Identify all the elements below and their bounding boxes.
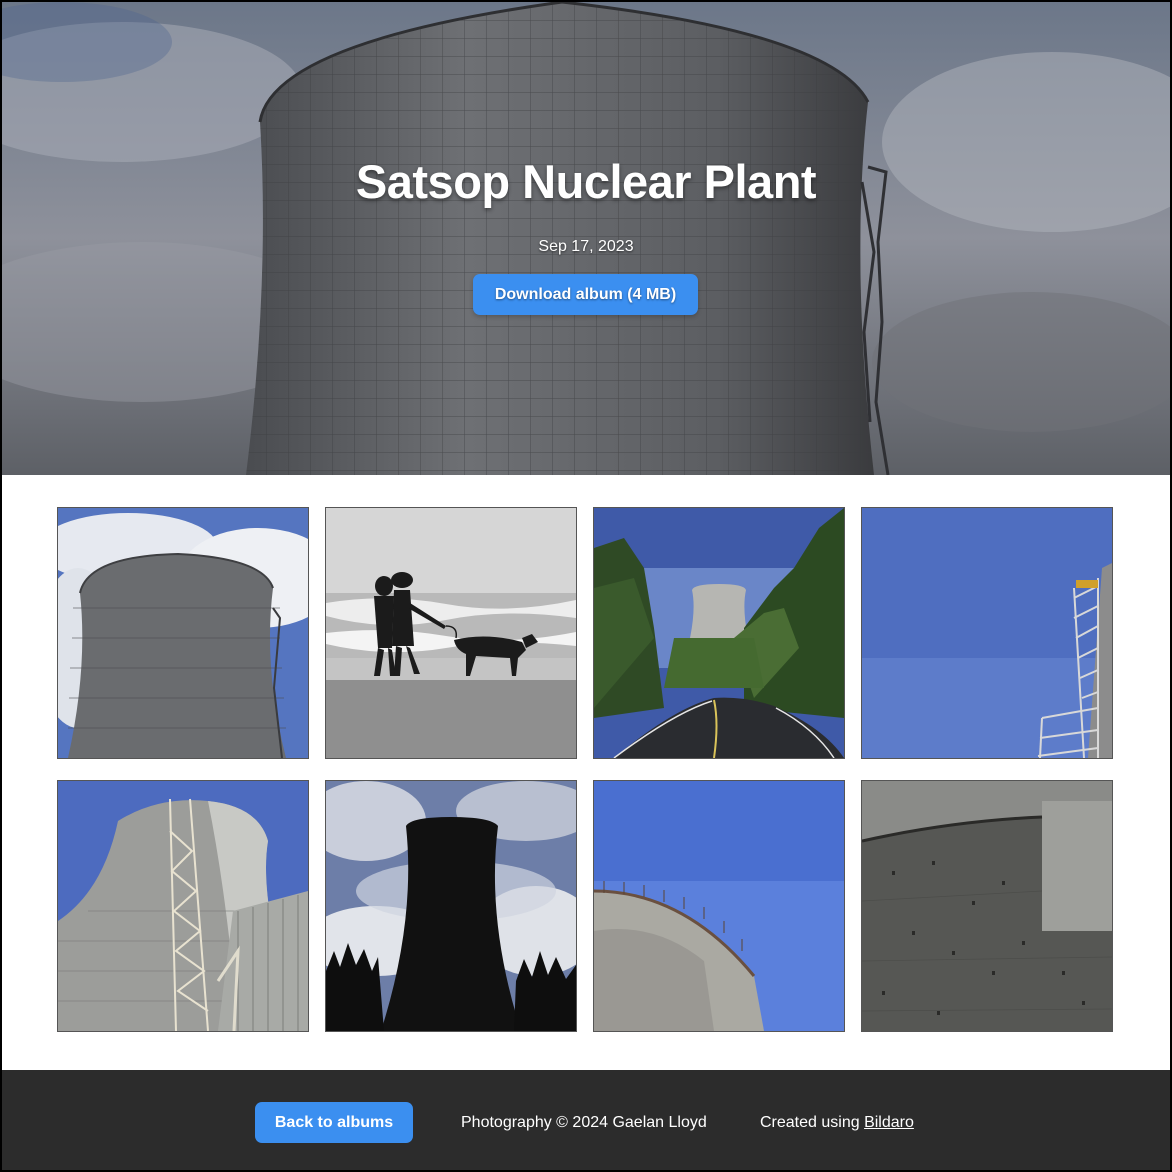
footer: Back to albums Photography © 2024 Gaelan…: [2, 1070, 1170, 1170]
photo-image: [594, 508, 844, 758]
album-date: Sep 17, 2023: [538, 238, 634, 255]
hero-content: Satsop Nuclear Plant Sep 17, 2023 Downlo…: [2, 2, 1170, 475]
photo-thumbnail[interactable]: [593, 507, 845, 759]
photo-image: [58, 508, 308, 758]
photo-image: [326, 781, 576, 1031]
photo-thumbnail[interactable]: [57, 780, 309, 1032]
photo-thumbnail[interactable]: [325, 780, 577, 1032]
photo-image: [326, 508, 576, 758]
download-album-button[interactable]: Download album (4 MB): [473, 274, 698, 315]
photo-thumbnail[interactable]: [861, 507, 1113, 759]
photo-thumbnail[interactable]: [57, 507, 309, 759]
bildaro-link[interactable]: Bildaro: [864, 1114, 914, 1131]
created-prefix: Created using: [760, 1114, 860, 1131]
photo-image: [862, 508, 1112, 758]
photo-image: [862, 781, 1112, 1031]
photo-image: [58, 781, 308, 1031]
photo-thumbnail[interactable]: [861, 780, 1113, 1032]
album-title: Satsop Nuclear Plant: [355, 155, 817, 208]
photo-thumbnail[interactable]: [593, 780, 845, 1032]
photo-image: [594, 781, 844, 1031]
created-using-text: Created using Bildaro: [760, 1114, 914, 1132]
hero-banner: Satsop Nuclear Plant Sep 17, 2023 Downlo…: [2, 2, 1170, 475]
back-to-albums-button[interactable]: Back to albums: [255, 1102, 413, 1143]
photo-thumbnail[interactable]: [325, 507, 577, 759]
page: Satsop Nuclear Plant Sep 17, 2023 Downlo…: [2, 2, 1170, 1170]
copyright-text: Photography © 2024 Gaelan Lloyd: [461, 1114, 707, 1131]
